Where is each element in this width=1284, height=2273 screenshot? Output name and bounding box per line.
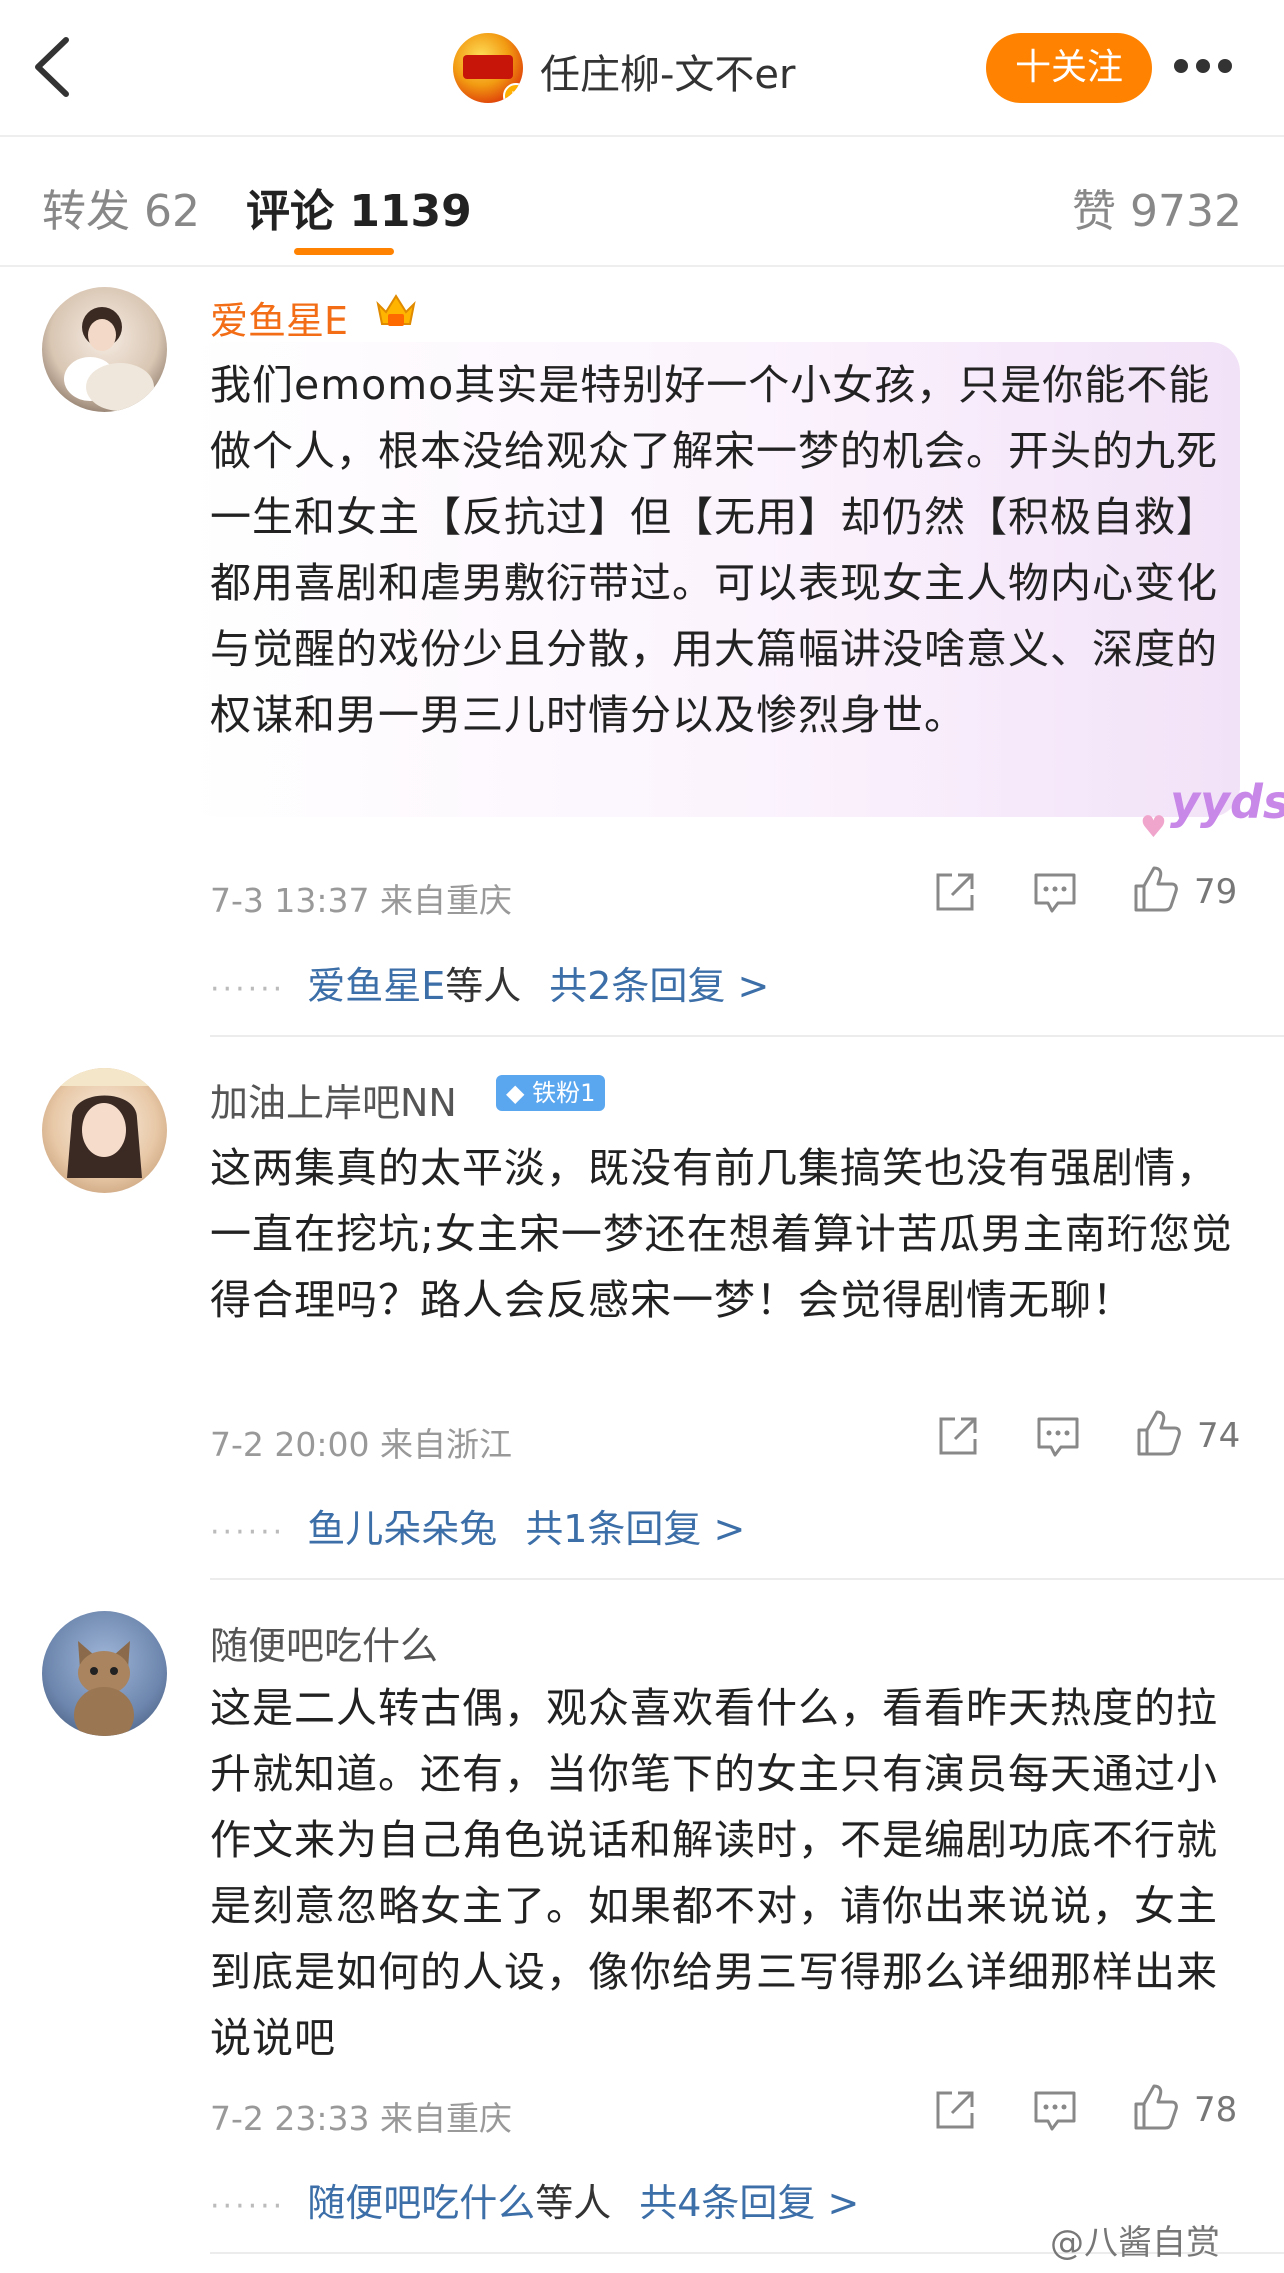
watermark: @八酱自赏 [1050, 2223, 1220, 2263]
tab-reposts[interactable]: 转发 62 [42, 175, 200, 239]
like-count: 74 [1197, 1416, 1241, 1456]
divider [210, 1578, 1284, 1580]
like-count: 79 [1194, 872, 1238, 912]
reply-names[interactable]: 爱鱼星E [307, 964, 445, 1008]
reply-icon[interactable] [1030, 2085, 1080, 2135]
heart-icon: ♥ [1140, 810, 1167, 845]
reply-suffix: 等人 [445, 964, 522, 1008]
reply-count[interactable]: 共4条回复 > [639, 2181, 859, 2225]
comment-text: 这是二人转古偶，观众喜欢看什么，看看昨天热度的拉升就知道。还有，当你笔下的女主只… [210, 1684, 1218, 2062]
avatar[interactable] [42, 287, 167, 412]
verified-icon: v [503, 83, 523, 103]
yyds-sticker: yyds [1170, 775, 1284, 829]
reply-names[interactable]: 随便吧吃什么 [307, 2181, 535, 2225]
like-icon[interactable] [1133, 1408, 1183, 1458]
avatar[interactable] [42, 1068, 167, 1193]
more-icon[interactable] [1174, 58, 1240, 76]
follow-button[interactable]: 十关注 [986, 33, 1152, 103]
reply-suffix: 等人 [535, 2181, 612, 2225]
fan-badge: ◆ 铁粉1 [496, 1075, 606, 1111]
back-arrow-icon[interactable] [30, 35, 80, 100]
divider [210, 1035, 1284, 1037]
like-icon[interactable] [1130, 864, 1180, 914]
reply-count[interactable]: 共2条回复 > [549, 964, 769, 1008]
reply-dots: ······ [210, 1515, 286, 1550]
username-text[interactable]: 爱鱼星E [210, 299, 348, 343]
comment-meta: 7-3 13:37 来自重庆 [210, 881, 512, 920]
active-tab-indicator [294, 248, 394, 255]
crown-icon [374, 290, 418, 330]
tab-bar: 转发 62 评论 1139 赞 9732 [0, 135, 1284, 267]
reply-summary[interactable]: ······ 随便吧吃什么等人 共4条回复 > [210, 2172, 859, 2227]
avatar[interactable] [42, 1611, 167, 1736]
reply-count[interactable]: 共1条回复 > [525, 1507, 745, 1551]
tab-comments[interactable]: 评论 1139 [246, 175, 472, 239]
share-icon[interactable] [933, 1411, 983, 1461]
author-avatar[interactable]: v [453, 33, 523, 103]
username[interactable]: 加油上岸吧NN [210, 1072, 457, 1127]
comment-text: 我们emomo其实是特别好一个小女孩，只是你能不能做个人，根本没给观众了解宋一梦… [210, 361, 1218, 739]
comment-meta: 7-2 23:33 来自重庆 [210, 2099, 512, 2138]
reply-icon[interactable] [1033, 1411, 1083, 1461]
share-icon[interactable] [930, 867, 980, 917]
top-bar: v 任庄柳-文不er 十关注 [0, 0, 1284, 137]
comment-text: 这两集真的太平淡，既没有前几集搞笑也没有强剧情，一直在挖坑;女主宋一梦还在想着算… [210, 1144, 1233, 1324]
fan-badge-text: 铁粉1 [532, 1079, 596, 1107]
username[interactable]: 随便吧吃什么 [210, 1615, 438, 1670]
author-name[interactable]: 任庄柳-文不er [540, 42, 796, 100]
reply-summary[interactable]: ······ 鱼儿朵朵兔 共1条回复 > [210, 1498, 745, 1553]
reply-dots: ······ [210, 972, 286, 1007]
reply-names[interactable]: 鱼儿朵朵兔 [307, 1507, 497, 1551]
share-icon[interactable] [930, 2085, 980, 2135]
like-count: 78 [1194, 2090, 1238, 2130]
comment-meta: 7-2 20:00 来自浙江 [210, 1425, 512, 1464]
reply-dots: ······ [210, 2189, 286, 2224]
tab-likes[interactable]: 赞 9732 [1072, 175, 1242, 239]
reply-summary[interactable]: ······ 爱鱼星E等人 共2条回复 > [210, 955, 769, 1010]
reply-icon[interactable] [1030, 867, 1080, 917]
like-icon[interactable] [1130, 2082, 1180, 2132]
username[interactable]: 爱鱼星E [210, 290, 348, 345]
